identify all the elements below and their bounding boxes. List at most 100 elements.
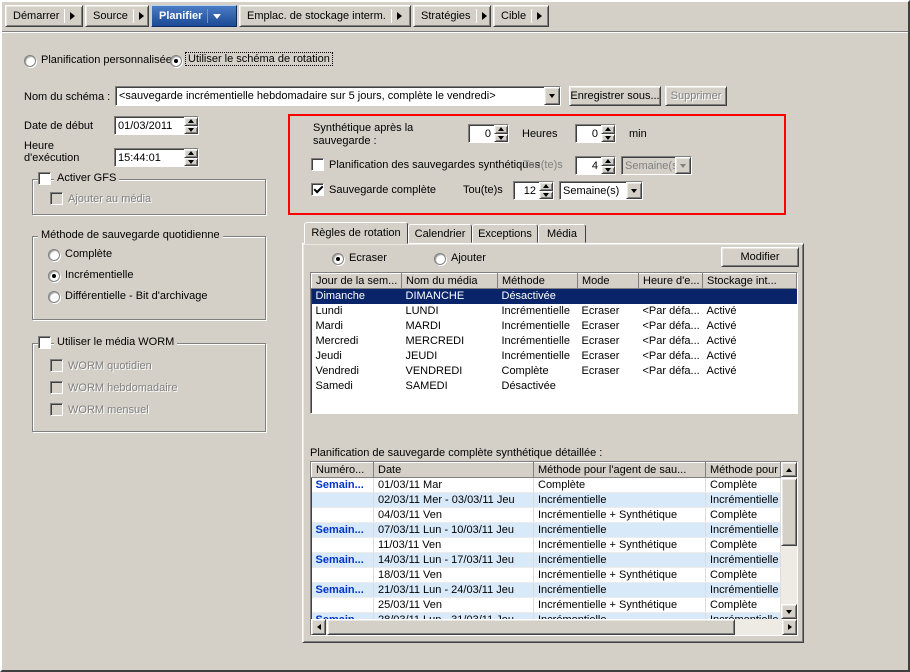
- spin-down-button[interactable]: [601, 134, 615, 143]
- spin-up-button[interactable]: [494, 125, 508, 134]
- spin-down-button[interactable]: [601, 166, 615, 175]
- modify-button[interactable]: Modifier: [721, 247, 799, 267]
- wizard-tab-strategies[interactable]: Stratégies: [413, 5, 491, 27]
- table-row[interactable]: LundiLUNDIIncrémentielleEcraser<Par défa…: [312, 304, 797, 319]
- wizard-tab-demarrer[interactable]: Démarrer: [5, 5, 83, 27]
- tab-label: Stratégies: [421, 10, 471, 22]
- table-row[interactable]: JeudiJEUDIIncrémentielleEcraser<Par défa…: [312, 349, 797, 364]
- save-as-button[interactable]: Enregistrer sous...: [569, 86, 661, 106]
- spin-down-button[interactable]: [494, 134, 508, 143]
- schedule-unit-combobox[interactable]: Semaine(s): [621, 156, 692, 175]
- dropdown-arrow-button[interactable]: [675, 157, 691, 174]
- table-cell: SAMEDI: [402, 379, 498, 394]
- schema-name-combobox[interactable]: <sauvegarde incrémentielle hebdomadaire …: [115, 86, 561, 106]
- spin-up-button[interactable]: [184, 149, 198, 158]
- table-cell: Activé: [703, 349, 797, 364]
- column-header[interactable]: Méthode pour l'agent de sau...: [534, 463, 706, 478]
- tab-media[interactable]: Média: [538, 224, 586, 243]
- radio-ecraser[interactable]: [332, 253, 344, 265]
- column-header[interactable]: Stockage int...: [703, 274, 797, 289]
- synthetic-minutes-field[interactable]: 0: [575, 124, 616, 143]
- table-row[interactable]: Semain...14/03/11 Lun - 17/03/11 JeuIncr…: [312, 553, 781, 568]
- synthetic-detail-table: Numéro... Date Méthode pour l'agent de s…: [310, 461, 798, 636]
- dropdown-arrow-button[interactable]: [626, 182, 642, 199]
- vertical-scrollbar-thumb[interactable]: [781, 478, 797, 546]
- vertical-scrollbar[interactable]: [781, 462, 797, 619]
- dropdown-arrow-button[interactable]: [544, 87, 560, 105]
- scroll-left-button[interactable]: [311, 619, 326, 635]
- column-header[interactable]: Nom du média: [402, 274, 498, 289]
- worm-mensuel-checkbox[interactable]: [50, 403, 63, 416]
- spin-down-button[interactable]: [184, 158, 198, 167]
- table-row[interactable]: Semain...21/03/11 Lun - 24/03/11 JeuIncr…: [312, 583, 781, 598]
- start-date-field[interactable]: 01/03/2011: [114, 116, 199, 135]
- wizard-tab-source[interactable]: Source: [85, 5, 149, 27]
- tab-calendrier[interactable]: Calendrier: [408, 224, 472, 243]
- gfs-append-label: Ajouter au média: [68, 193, 151, 205]
- column-header[interactable]: Heure d'e...: [639, 274, 703, 289]
- gfs-append-checkbox[interactable]: [50, 192, 63, 205]
- column-header[interactable]: Numéro...: [312, 463, 374, 478]
- radio-incrementielle[interactable]: [48, 270, 60, 282]
- worm-quotidien-checkbox[interactable]: [50, 359, 63, 372]
- radio-differentielle[interactable]: [48, 291, 60, 303]
- arrow-right-icon: [397, 12, 402, 20]
- table-row[interactable]: Semain...07/03/11 Lun - 10/03/11 JeuIncr…: [312, 523, 781, 538]
- wizard-tab-cible[interactable]: Cible: [493, 5, 549, 27]
- table-row[interactable]: SamediSAMEDIDésactivée: [312, 379, 797, 394]
- worm-enable-checkbox[interactable]: [38, 336, 51, 349]
- synthetic-hours-field[interactable]: 0: [468, 124, 509, 143]
- scroll-up-button[interactable]: [781, 462, 797, 477]
- detail-table-viewport: Numéro... Date Méthode pour l'agent de s…: [311, 462, 781, 619]
- column-header[interactable]: Date: [374, 463, 534, 478]
- full-interval-field[interactable]: 12: [513, 181, 554, 200]
- exec-time-field[interactable]: 15:44:01: [114, 148, 199, 167]
- table-row[interactable]: VendrediVENDREDIComplèteEcraser<Par défa…: [312, 364, 797, 379]
- tab-separator: [476, 9, 477, 23]
- wizard-tab-planifier[interactable]: Planifier: [151, 5, 237, 27]
- delete-button[interactable]: Supprimer: [665, 86, 727, 106]
- horizontal-scrollbar[interactable]: [311, 619, 797, 635]
- table-row[interactable]: 18/03/11 VenIncrémentielle + Synthétique…: [312, 568, 781, 583]
- table-row[interactable]: Semain...01/03/11 MarComplèteComplète: [312, 478, 781, 493]
- spin-down-button[interactable]: [539, 191, 553, 200]
- table-row[interactable]: MercrediMERCREDIIncrémentielleEcraser<Pa…: [312, 334, 797, 349]
- radio-ajouter[interactable]: [434, 253, 446, 265]
- horizontal-scrollbar-thumb[interactable]: [327, 619, 735, 635]
- spin-up-button[interactable]: [601, 157, 615, 166]
- table-row[interactable]: MardiMARDIIncrémentielleEcraser<Par défa…: [312, 319, 797, 334]
- table-row[interactable]: 25/03/11 VenIncrémentielle + Synthétique…: [312, 598, 781, 613]
- column-header[interactable]: Mode: [578, 274, 639, 289]
- radio-planification-personnalisee[interactable]: [24, 55, 36, 67]
- radio-complete[interactable]: [48, 249, 60, 261]
- schema-name-label: Nom du schéma :: [24, 91, 110, 103]
- tab-exceptions[interactable]: Exceptions: [472, 224, 538, 243]
- column-header[interactable]: Méthode: [498, 274, 578, 289]
- tab-regles-de-rotation[interactable]: Règles de rotation: [304, 222, 408, 244]
- synthetic-schedule-checkbox[interactable]: [311, 158, 324, 171]
- combobox-value: <sauvegarde incrémentielle hebdomadaire …: [116, 90, 544, 102]
- spin-up-button[interactable]: [539, 182, 553, 191]
- table-row[interactable]: 02/03/11 Mer - 03/03/11 JeuIncrémentiell…: [312, 493, 781, 508]
- wizard-tab-stockage-interm[interactable]: Emplac. de stockage interm.: [239, 5, 411, 27]
- scroll-right-button[interactable]: [782, 619, 797, 635]
- radio-utiliser-schema-rotation[interactable]: [170, 55, 182, 67]
- full-backup-checkbox[interactable]: [311, 183, 324, 196]
- schedule-interval-field[interactable]: 4: [575, 156, 616, 175]
- table-row[interactable]: DimancheDIMANCHEDésactivée: [312, 289, 797, 304]
- gfs-enable-checkbox[interactable]: [38, 172, 51, 185]
- column-header[interactable]: Jour de la sem...: [312, 274, 402, 289]
- spin-up-button[interactable]: [601, 125, 615, 134]
- full-unit-combobox[interactable]: Semaine(s): [559, 181, 643, 200]
- table-cell: [312, 598, 374, 613]
- scroll-down-button[interactable]: [781, 604, 797, 619]
- button-label: Supprimer: [671, 90, 722, 102]
- table-row[interactable]: 11/03/11 VenIncrémentielle + Synthétique…: [312, 538, 781, 553]
- table-row[interactable]: 04/03/11 VenIncrémentielle + Synthétique…: [312, 508, 781, 523]
- tab-label: Média: [547, 228, 577, 240]
- worm-hebdomadaire-checkbox[interactable]: [50, 381, 63, 394]
- spin-down-button[interactable]: [184, 126, 198, 135]
- table-cell: [703, 379, 797, 394]
- spin-up-button[interactable]: [184, 117, 198, 126]
- column-header[interactable]: Méthode pour l'ag...: [706, 463, 781, 478]
